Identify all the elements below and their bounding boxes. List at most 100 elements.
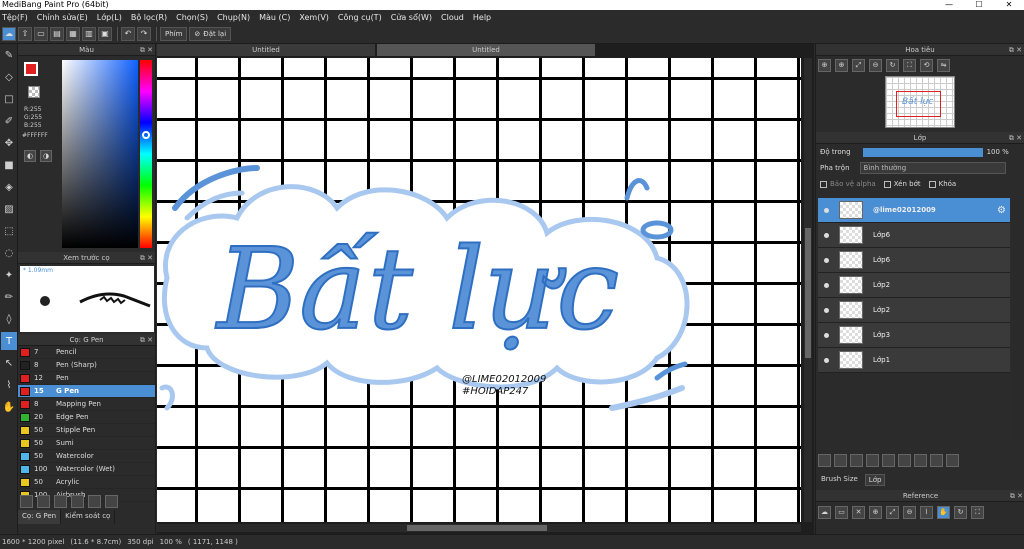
layer-gear-icon[interactable]: ⚙	[997, 205, 1006, 216]
layer-item[interactable]: Lớp2	[818, 298, 1010, 323]
fullscreen-icon[interactable]: ⛶	[903, 58, 916, 72]
layer-item[interactable]: Lớp3	[818, 323, 1010, 348]
cloud-open-icon[interactable]: ☁	[818, 506, 831, 519]
opacity-slider[interactable]	[862, 147, 983, 157]
new-halftone-layer-icon[interactable]	[834, 454, 847, 467]
brush-item[interactable]: 50 Acrylic	[18, 476, 155, 489]
gradient-tool-icon[interactable]: ▨	[1, 200, 17, 218]
menu-tools[interactable]: Công cụ(T)	[338, 13, 382, 22]
lock-checkbox[interactable]	[928, 180, 936, 188]
brush-settings-icon[interactable]	[54, 495, 67, 508]
brush-item[interactable]: 50 Stipple Pen	[18, 424, 155, 437]
drawing-canvas[interactable]: Bất lực @LIME02012009 #HOIDAP247	[157, 58, 801, 522]
zoom-in-icon[interactable]: ⊕	[869, 506, 882, 519]
color-history-icon[interactable]: ◑	[40, 150, 52, 162]
clipping-checkbox[interactable]	[883, 180, 891, 188]
zoom-out-icon[interactable]: ⊖	[869, 58, 882, 72]
hand-tool-icon[interactable]: ✋	[1, 398, 17, 416]
rotate-reset-icon[interactable]: ⟲	[920, 58, 933, 72]
panel-close-icon[interactable]: ⧉ ✕	[140, 44, 153, 56]
visibility-eye-icon[interactable]	[824, 332, 829, 338]
layer-item[interactable]: Lớp2	[818, 273, 1010, 298]
reset-button[interactable]: ⊘ Đặt lại	[189, 26, 232, 41]
layer-item[interactable]: Lớp6	[818, 248, 1010, 273]
visibility-eye-icon[interactable]	[824, 357, 829, 363]
zoom-in-icon[interactable]: ⊕	[835, 58, 848, 72]
hand-icon[interactable]: ✋	[937, 506, 950, 519]
brush-item[interactable]: 50 Sumi	[18, 437, 155, 450]
palette-icon[interactable]: ◐	[24, 150, 36, 162]
layer-scrollbar[interactable]	[1012, 198, 1020, 438]
panel-close-icon[interactable]: ⧉ ✕	[140, 252, 153, 264]
menu-edit[interactable]: Chỉnh sửa(E)	[37, 13, 88, 22]
minimize-button[interactable]: —	[934, 0, 964, 10]
layer-item[interactable]: Lớp1	[818, 348, 1010, 373]
menu-help[interactable]: Help	[473, 13, 491, 22]
menu-filter[interactable]: Bộ lọc(R)	[131, 13, 167, 22]
brush-delete-icon[interactable]	[105, 495, 118, 508]
visibility-eye-icon[interactable]	[824, 207, 829, 213]
protect-alpha-checkbox[interactable]	[820, 180, 827, 188]
horizontal-scrollbar[interactable]	[157, 524, 801, 532]
menu-snap[interactable]: Chụp(N)	[217, 13, 250, 22]
zoom-in-icon[interactable]: ⊕	[818, 58, 831, 72]
delete-layer-icon[interactable]	[946, 454, 959, 467]
brush-copy-icon[interactable]	[88, 495, 101, 508]
fill-tool-icon[interactable]: ◈	[1, 178, 17, 196]
brush-item[interactable]: 8 Mapping Pen	[18, 398, 155, 411]
menu-view[interactable]: Xem(V)	[299, 13, 329, 22]
pen-mode-button[interactable]: Phím	[160, 26, 188, 41]
brush-item[interactable]: 100 Watercolor (Wet)	[18, 463, 155, 476]
text-tool-icon[interactable]: T	[1, 332, 17, 350]
tab-brush[interactable]: Cọ: G Pen	[18, 510, 62, 524]
layer-item[interactable]: Lớp6	[818, 223, 1010, 248]
shape-tool-icon[interactable]: ■	[1, 156, 17, 174]
doc-tab-1[interactable]: Untitled	[157, 44, 375, 56]
foreground-color-swatch[interactable]	[24, 62, 38, 76]
eyedropper-icon[interactable]: ⌇	[920, 506, 933, 519]
eyedropper-icon[interactable]: ⌇	[1, 376, 17, 394]
menu-cloud[interactable]: Cloud	[441, 13, 464, 22]
rotate-icon[interactable]: ↻	[954, 506, 967, 519]
doc-tab-2[interactable]: Untitled	[377, 44, 595, 56]
grid-icon[interactable]: ▦	[66, 26, 80, 41]
select-pen-icon[interactable]: ✏	[1, 288, 17, 306]
tab-brush-control[interactable]: Kiểm soát cọ	[61, 510, 116, 524]
menu-color[interactable]: Màu (C)	[259, 13, 290, 22]
add-layer-menu-icon[interactable]	[866, 454, 879, 467]
flip-icon[interactable]: ⇋	[937, 58, 950, 72]
brush-item[interactable]: 8 Pen (Sharp)	[18, 359, 155, 372]
brush-item[interactable]: 50 Watercolor	[18, 450, 155, 463]
panel-close-icon[interactable]: ⧉ ✕	[1009, 44, 1022, 56]
magic-wand-icon[interactable]: ✦	[1, 266, 17, 284]
blend-mode-select[interactable]: Bình thường	[859, 162, 1006, 174]
menu-window[interactable]: Cửa sổ(W)	[391, 13, 432, 22]
panel-close-icon[interactable]: ⧉ ✕	[1010, 490, 1023, 502]
visibility-eye-icon[interactable]	[824, 257, 829, 263]
tab-brush-size[interactable]: Brush Size	[818, 474, 861, 486]
duplicate-layer-icon[interactable]	[898, 454, 911, 467]
select-tool-icon[interactable]: ⬚	[1, 222, 17, 240]
hue-slider[interactable]	[140, 60, 152, 248]
close-reference-icon[interactable]: ✕	[852, 506, 865, 519]
dot-tool-icon[interactable]: □	[1, 90, 17, 108]
visibility-eye-icon[interactable]	[824, 282, 829, 288]
new-brush-icon[interactable]	[37, 495, 50, 508]
layer-item[interactable]: @lime02012009 ⚙	[818, 198, 1010, 223]
panel-close-icon[interactable]: ⧉ ✕	[1009, 132, 1022, 144]
panel-icon[interactable]: ▣	[98, 26, 112, 41]
merge-layer-icon[interactable]	[914, 454, 927, 467]
menu-file[interactable]: Tệp(F)	[2, 13, 28, 22]
brush-item[interactable]: 12 Pen	[18, 372, 155, 385]
redo-icon[interactable]: ↷	[137, 26, 151, 41]
rotate-icon[interactable]: ↻	[886, 58, 899, 72]
move-tool-icon[interactable]: ✥	[1, 134, 17, 152]
layer-folder-icon[interactable]	[882, 454, 895, 467]
eraser-tool-icon[interactable]: ◇	[1, 68, 17, 86]
horizontal-scroll-thumb[interactable]	[407, 525, 547, 531]
cloud-icon[interactable]: ☁	[2, 26, 16, 41]
navigator-thumbnail[interactable]: Bất lực	[885, 76, 955, 128]
background-color-swatch[interactable]	[28, 86, 40, 98]
maximize-button[interactable]: ☐	[964, 0, 994, 10]
menu-select[interactable]: Chọn(S)	[176, 13, 208, 22]
